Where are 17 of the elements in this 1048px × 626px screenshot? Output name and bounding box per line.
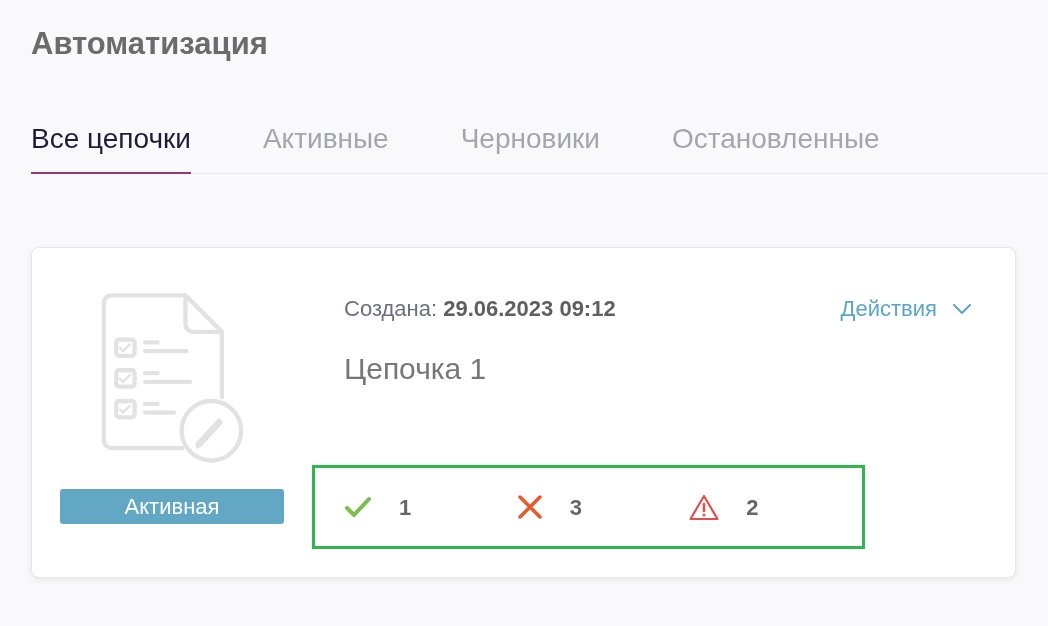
chain-name: Цепочка 1 [344, 351, 487, 387]
tab[interactable]: Все цепочки [31, 122, 191, 174]
cross-icon [516, 494, 543, 520]
tab[interactable]: Активные [262, 122, 389, 174]
status-badge: Активная [60, 489, 284, 524]
check-icon [344, 496, 372, 518]
checklist-document-icon [99, 290, 245, 464]
chevron-down-icon [953, 304, 971, 314]
stat-count: 2 [746, 493, 759, 522]
stat-count: 3 [569, 493, 582, 522]
actions-dropdown[interactable]: Действия [840, 295, 971, 323]
stat-count: 1 [399, 493, 412, 522]
warning-icon [689, 493, 720, 521]
tab[interactable]: Остановленные [671, 122, 880, 174]
tab[interactable]: Черновики [460, 122, 600, 174]
page-title: Автоматизация [31, 27, 268, 61]
created-date: Создана: 29.06.2023 09:12 [344, 295, 616, 323]
